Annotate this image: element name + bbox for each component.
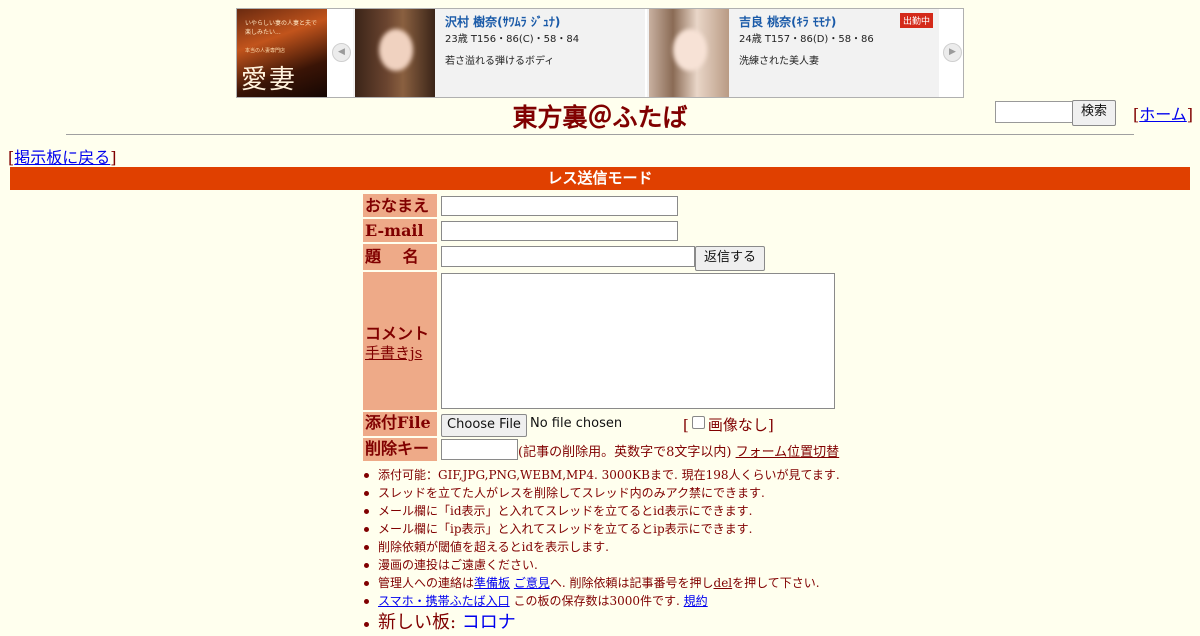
junbi-board-link[interactable]: 準備板	[474, 576, 510, 590]
no-image-option: [画像なし]	[683, 416, 774, 434]
ad-logo-sub: 本当の人妻専門店	[245, 48, 286, 54]
list-item: 漫画の連投はご遠慮ください.	[363, 556, 840, 574]
delkey-label: 削除キー	[363, 438, 437, 461]
rules-list: 添付可能：GIF,JPG,PNG,WEBM,MP4. 3000KBまで. 現在1…	[363, 466, 840, 636]
comment-textarea[interactable]	[441, 273, 835, 409]
list-item: 削除依頼が閾値を超えるとidを表示します.	[363, 538, 840, 556]
submit-reply-button[interactable]: 返信する	[695, 246, 765, 271]
subject-label: 題 名	[363, 244, 437, 270]
comment-label-cell: コメント	[363, 272, 437, 410]
divider	[66, 134, 1134, 135]
reply-mode-bar: レス送信モード	[10, 167, 1190, 190]
ad-prev-arrow-icon[interactable]: ◀	[332, 43, 351, 62]
ad-card-catch: 若さ溢れる弾けるボディ	[445, 56, 555, 67]
opinion-link[interactable]: ご意見	[514, 576, 550, 590]
ad-next-arrow-icon[interactable]: ▶	[943, 43, 962, 62]
no-file-text: No file chosen	[530, 416, 623, 431]
form-toggle-link[interactable]: フォーム位置切替	[736, 445, 840, 460]
ad-status-badge: 出勤中	[899, 13, 933, 28]
ad-card-name[interactable]: 沢村 樹奈(ｻﾜﾑﾗ ｼﾞｭﾅ)	[445, 13, 560, 30]
home-link[interactable]: ホーム	[1139, 105, 1187, 124]
email-field[interactable]	[441, 221, 678, 241]
delkey-note: (記事の削除用。英数字で8文字以内) フォーム位置切替	[518, 445, 840, 460]
name-field[interactable]	[441, 196, 678, 216]
ad-photo-1[interactable]	[355, 9, 435, 97]
search-button[interactable]: 検索	[1072, 100, 1116, 126]
terms-link[interactable]: 規約	[684, 594, 708, 608]
list-item: スマホ・携帯ふたば入口 この板の保存数は3000件です. 規約	[363, 592, 840, 610]
ad-card-1[interactable]: 沢村 樹奈(ｻﾜﾑﾗ ｼﾞｭﾅ) 23歳 T156・86(C)・58・84 若さ…	[353, 9, 645, 97]
email-label: E-mail	[363, 219, 437, 242]
back-to-board-link[interactable]: 掲示板に戻る	[14, 148, 110, 167]
name-label: おなまえ	[363, 194, 437, 217]
ad-card-name[interactable]: 吉良 桃奈(ｷﾗ ﾓﾓﾅ)	[739, 13, 836, 30]
list-item: 新しい板: コロナ	[363, 610, 840, 636]
del-link[interactable]: del	[714, 576, 733, 590]
ad-photo-2[interactable]	[649, 9, 729, 97]
delkey-field[interactable]	[441, 439, 518, 460]
list-item: スレッドを立てた人がレスを削除してスレッド内のみアク禁にできます.	[363, 484, 840, 502]
choose-file-button[interactable]: Choose File	[441, 414, 527, 437]
file-label: 添付File	[363, 412, 437, 436]
back-link-wrapper: [掲示板に戻る]	[8, 148, 117, 167]
list-item: メール欄に「id表示」と入れてスレッドを立てるとid表示にできます.	[363, 502, 840, 520]
home-link-wrapper: [ホーム]	[1133, 105, 1194, 124]
list-item: メール欄に「ip表示」と入れてスレッドを立てるとip表示にできます.	[363, 520, 840, 538]
tegaki-link[interactable]: 手書きjs	[365, 342, 422, 363]
list-item: 管理人への連絡は準備板 ご意見へ. 削除依頼は記事番号を押しdelを押して下さい…	[363, 574, 840, 592]
mobile-entrance-link[interactable]: スマホ・携帯ふたば入口	[378, 594, 510, 608]
ad-card-stats: 23歳 T156・86(C)・58・84	[445, 34, 580, 45]
ad-banner[interactable]: いやらしい妻の人妻と夫で楽しみたい... 本当の人妻専門店 愛妻 ◀ 沢村 樹奈…	[236, 8, 964, 98]
ad-card-stats: 24歳 T157・86(D)・58・86	[739, 34, 874, 45]
comment-label: コメント	[365, 324, 430, 343]
ad-logo-text: 愛妻	[241, 65, 298, 95]
ad-logo[interactable]: いやらしい妻の人妻と夫で楽しみたい... 本当の人妻専門店 愛妻	[237, 9, 327, 97]
ad-card-catch: 洗練された美人妻	[739, 56, 819, 67]
ad-card-2[interactable]: 吉良 桃奈(ｷﾗ ﾓﾓﾅ) 出勤中 24歳 T157・86(D)・58・86 洗…	[647, 9, 939, 97]
no-image-checkbox[interactable]	[691, 416, 705, 429]
search-input[interactable]	[995, 101, 1073, 123]
list-item: 添付可能：GIF,JPG,PNG,WEBM,MP4. 3000KBまで. 現在1…	[363, 466, 840, 484]
subject-field[interactable]	[441, 246, 695, 267]
ad-logo-tagline: いやらしい妻の人妻と夫で楽しみたい...	[245, 20, 318, 36]
